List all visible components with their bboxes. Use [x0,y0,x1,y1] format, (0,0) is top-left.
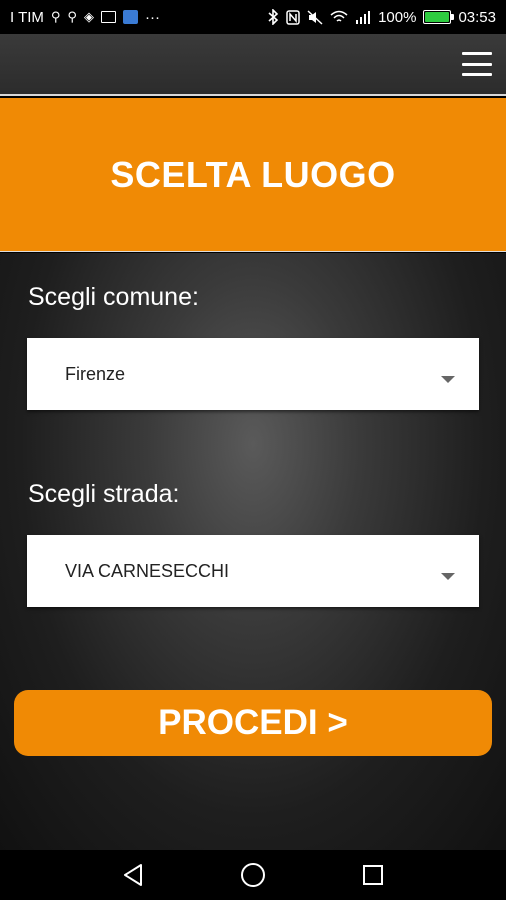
usb-debug-icon: ⚲ [67,9,77,24]
carrier-label: I TIM [10,8,44,26]
proceed-button[interactable]: PROCEDI > [14,690,492,756]
dropdown-caret-icon [441,376,455,383]
signal-icon [355,10,371,24]
usb-icon: ⚲ [50,9,61,24]
wifi-icon [330,10,348,24]
hamburger-menu-icon[interactable] [462,52,492,76]
status-bar: I TIM ⚲ ⚲ ◈ ··· 100% 03:53 [0,0,506,34]
mail-icon [100,11,116,23]
page-title: SCELTA LUOGO [110,153,396,195]
status-bar-right: 100% 03:53 [268,9,496,26]
main-content: Scegli comune: Firenze Scegli strada: VI… [0,253,506,850]
comune-select[interactable]: Firenze [27,338,479,410]
comune-label: Scegli comune: [28,283,199,311]
battery-percent: 100% [378,8,417,26]
more-notifications-indicator: ··· [144,8,160,26]
bluetooth-icon [268,9,279,25]
battery-icon [423,10,455,24]
nfc-icon [286,9,300,25]
status-bar-left: I TIM ⚲ ⚲ ◈ ··· [10,9,160,26]
system-nav-bar [0,850,506,900]
strada-selected-value: VIA CARNESECCHI [65,560,230,581]
page-header-banner: SCELTA LUOGO [0,98,506,252]
battery-level [425,12,450,22]
mute-icon [307,9,323,25]
diamond-icon: ◈ [83,9,94,24]
strada-label: Scegli strada: [28,480,180,508]
app-notification-icon [122,10,138,24]
back-triangle-icon[interactable] [113,855,153,895]
dropdown-caret-icon [441,573,455,580]
recents-square-icon[interactable] [353,855,393,895]
app-bar [0,34,506,96]
home-circle-icon[interactable] [233,855,273,895]
comune-selected-value: Firenze [65,363,126,384]
clock: 03:53 [458,8,496,26]
strada-select[interactable]: VIA CARNESECCHI [27,535,479,607]
